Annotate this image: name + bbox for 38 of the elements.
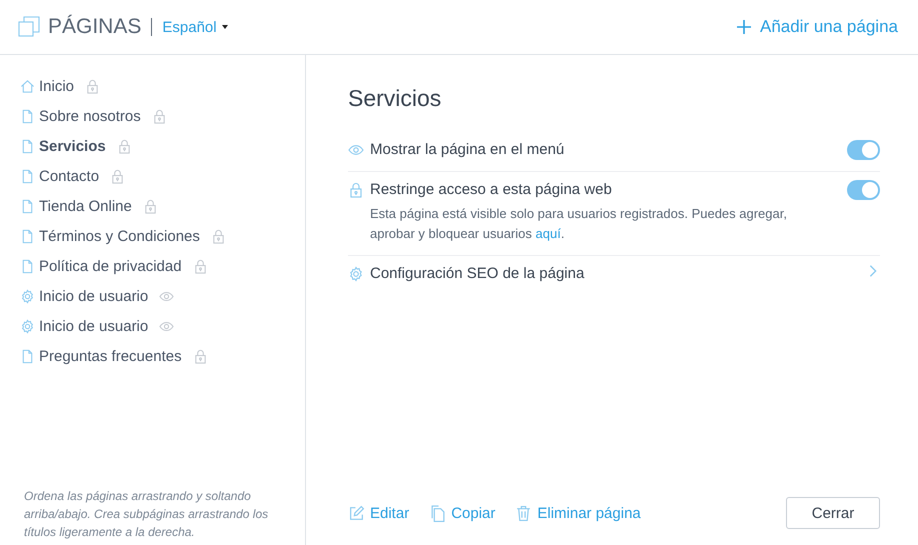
lock-icon [348,182,364,198]
home-icon [20,78,35,94]
settings-icon [348,266,364,282]
edit-icon [348,504,365,522]
setting-description: Esta página está visible solo para usuarios registrados. Puedes agregar, aprobar y bloquear usuarios aquí. [370,205,788,243]
copy-icon [429,504,446,522]
page-icon [20,138,35,154]
page-icon [20,108,35,124]
page-list-item[interactable]: Política de privacidad [20,251,305,281]
page-list-item[interactable]: Términos y Condiciones [20,221,305,251]
plus-icon [736,19,752,35]
page-list-item[interactable]: Inicio de usuario [20,311,305,341]
trash-icon [515,504,532,522]
help-text: Ordena las páginas arrastrando y soltando arriba/abajo. Crea subpáginas arrastrando los títulos ligeramente a la derecha. [24,488,270,541]
setting-label: Configuración SEO de la página [370,264,586,284]
toggle-switch[interactable] [847,180,880,200]
pages-icon [18,16,40,38]
page-list-item[interactable]: Servicios [20,131,305,161]
page-list-item[interactable]: Inicio [20,71,305,101]
page-icon [20,348,35,364]
eye-icon [348,142,364,158]
page-list-item[interactable]: Contacto [20,161,305,191]
page-list-item[interactable]: Tienda Online [20,191,305,221]
page-list-item[interactable]: Preguntas frecuentes [20,341,305,371]
page-list-item[interactable]: Inicio de usuario [20,281,305,311]
close-button[interactable]: Cerrar [786,497,880,529]
page-icon [20,228,35,244]
page-list-item[interactable]: Sobre nosotros [20,101,305,131]
section-title: Servicios [348,85,442,112]
settings-icon [20,288,35,304]
setting-label: Mostrar la página en el menú [370,140,566,160]
settings-icon [20,318,35,334]
page-icon [20,258,35,274]
setting-label: Restringe acceso a esta página web [370,180,613,200]
page-icon [20,168,35,184]
toggle-switch[interactable] [847,140,880,160]
page-icon [20,198,35,214]
page-title: PÁGINAS [48,15,142,39]
